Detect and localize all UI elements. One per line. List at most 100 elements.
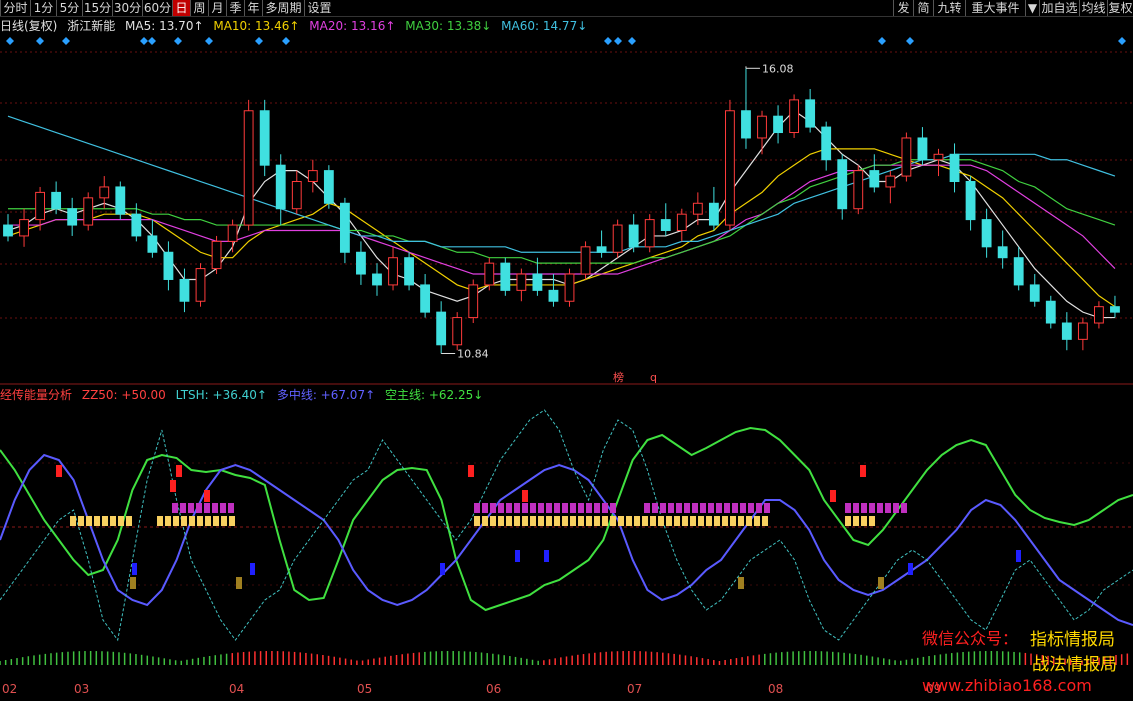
duo-line [0, 453, 1133, 626]
energy-mblock-1-586 [586, 503, 592, 513]
energy-block-1-165 [165, 516, 171, 526]
candle-body-47 [757, 115, 767, 139]
energy-block-3-861 [861, 516, 867, 526]
candle-body-61 [981, 219, 992, 248]
energy-block-2-570 [570, 516, 576, 526]
energy-block-2-474 [474, 516, 480, 526]
candle-body-44 [708, 202, 719, 226]
energy-block-1-181 [181, 516, 187, 526]
energy-mblock-2-684 [684, 503, 690, 513]
blue-signal-5 [1016, 550, 1021, 562]
event-diamond-8 [282, 37, 290, 45]
red-signal-6 [170, 480, 176, 492]
energy-mblock-3-853 [853, 503, 859, 513]
energy-mblock-2-676 [676, 503, 682, 513]
blue-signal-3 [544, 550, 549, 562]
event-diamond-7 [255, 37, 263, 45]
candle-body-3 [51, 191, 62, 210]
energy-block-2-674 [674, 516, 680, 526]
energy-mblock-0-172 [172, 503, 178, 513]
candle-body-15 [243, 110, 254, 226]
candle-body-27 [436, 311, 447, 346]
energy-block-2-706 [706, 516, 712, 526]
candle-body-17 [275, 164, 286, 210]
event-diamond-0 [6, 37, 14, 45]
energy-mblock-0-220 [220, 503, 226, 513]
energy-mblock-1-554 [554, 503, 560, 513]
candle-body-33 [532, 273, 543, 291]
olive-signal-0 [236, 577, 242, 589]
energy-mblock-3-901 [901, 503, 907, 513]
energy-mblock-3-861 [861, 503, 867, 513]
chart-canvas[interactable]: 16.08 10.84 榜 q [0, 0, 1133, 701]
candle-body-14 [227, 224, 238, 242]
energy-mblock-1-490 [490, 503, 496, 513]
energy-block-1-213 [213, 516, 219, 526]
energy-mblock-2-756 [756, 503, 762, 513]
candle-body-54 [869, 170, 880, 188]
energy-block-2-538 [538, 516, 544, 526]
event-diamond-13 [906, 37, 914, 45]
energy-mblock-1-506 [506, 503, 512, 513]
candle-body-45 [725, 110, 735, 226]
x-tick-6: 08 [768, 682, 784, 696]
x-tick-2: 04 [229, 682, 245, 696]
candle-body-32 [516, 273, 527, 291]
candle-body-49 [789, 99, 800, 134]
energy-block-0-70 [70, 516, 76, 526]
candle-body-25 [404, 257, 414, 286]
candle-body-10 [163, 251, 174, 280]
energy-block-2-634 [634, 516, 640, 526]
candle-body-37 [596, 246, 607, 253]
energy-block-2-498 [498, 516, 504, 526]
candle-body-64 [1029, 284, 1040, 302]
energy-block-2-586 [586, 516, 592, 526]
energy-block-1-173 [173, 516, 179, 526]
candle-body-28 [452, 317, 463, 346]
candle-body-5 [83, 197, 94, 226]
ma-line-ma30 [8, 159, 1116, 264]
energy-block-2-754 [754, 516, 760, 526]
candle-body-6 [99, 186, 110, 199]
candle-body-42 [676, 213, 687, 231]
energy-block-2-562 [562, 516, 568, 526]
blue-signal-2 [515, 550, 520, 562]
red-signal-3 [522, 490, 528, 502]
energy-block-2-642 [642, 516, 648, 526]
energy-mblock-2-740 [740, 503, 746, 513]
candle-body-7 [115, 186, 126, 215]
x-tick-4: 06 [486, 682, 502, 696]
candle-body-29 [468, 284, 479, 319]
red-signal-0 [56, 465, 62, 477]
candle-body-51 [821, 126, 832, 161]
candle-body-39 [628, 224, 639, 248]
energy-block-2-610 [610, 516, 616, 526]
ma-line-ma60 [7, 115, 1116, 253]
candle-body-57 [917, 137, 928, 161]
energy-block-2-666 [666, 516, 672, 526]
energy-block-2-698 [698, 516, 704, 526]
energy-block-2-650 [650, 516, 656, 526]
red-signal-2 [468, 465, 474, 477]
energy-block-0-94 [94, 516, 100, 526]
candle-body-2 [35, 191, 45, 221]
energy-block-2-546 [546, 516, 552, 526]
energy-block-2-658 [658, 516, 664, 526]
candle-body-60 [965, 181, 976, 221]
candle-body-52 [837, 159, 848, 210]
energy-block-2-714 [714, 516, 720, 526]
blue-signal-4 [908, 563, 913, 575]
energy-block-2-626 [626, 516, 632, 526]
candle-body-34 [548, 289, 559, 302]
energy-block-2-690 [690, 516, 696, 526]
energy-mblock-0-212 [212, 503, 218, 513]
candle-body-40 [644, 219, 655, 248]
energy-mblock-1-474 [474, 503, 480, 513]
energy-block-2-618 [618, 516, 624, 526]
red-signal-7 [204, 490, 210, 502]
energy-block-3-853 [853, 516, 859, 526]
candle-body-26 [420, 284, 431, 313]
candle-body-56 [901, 137, 912, 177]
blue-signal-1 [440, 563, 445, 575]
candle-body-11 [179, 278, 190, 302]
